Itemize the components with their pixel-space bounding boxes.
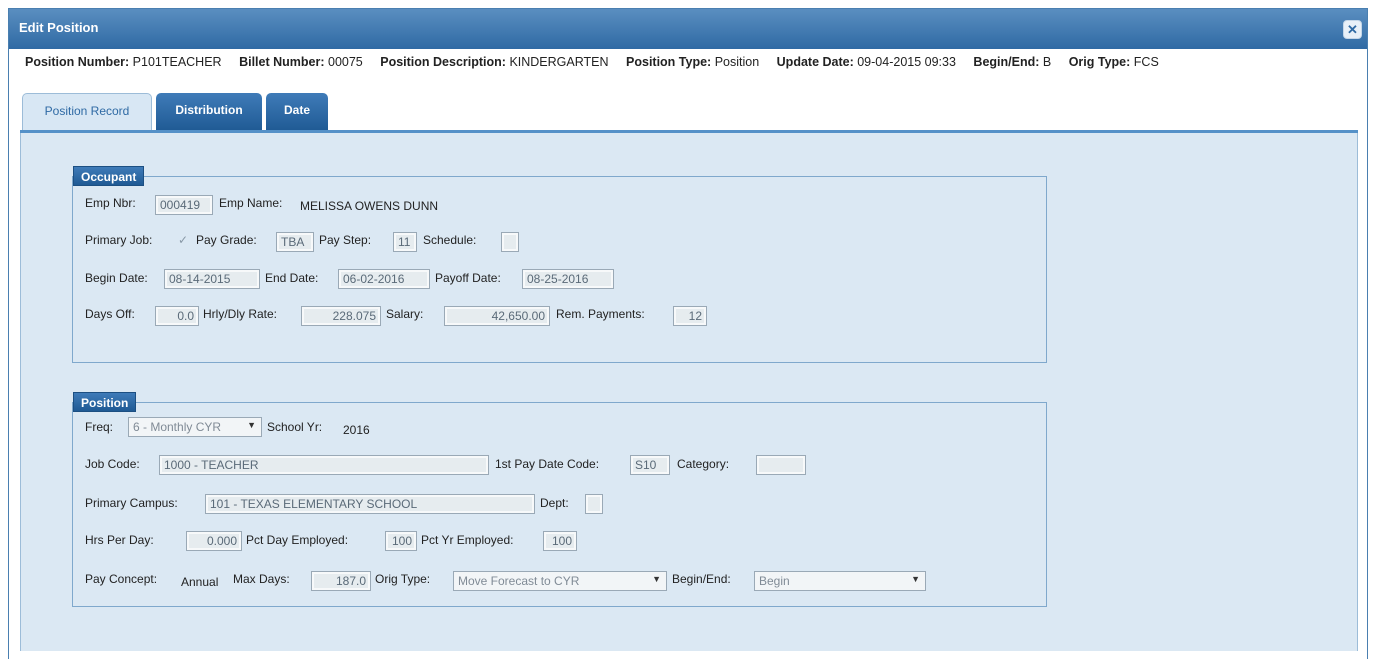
primary-job-label: Primary Job: (85, 233, 153, 247)
begin-end-field-label: Begin/End: (672, 572, 731, 586)
position-number-label: Position Number: (25, 55, 130, 69)
orig-type-select-value: Move Forecast to CYR (458, 574, 580, 588)
chevron-down-icon: ▼ (911, 574, 920, 584)
chevron-down-icon: ▼ (247, 420, 256, 430)
days-off-field[interactable]: 0.0 (155, 306, 199, 326)
position-section: Position Freq: 6 - Monthly CYR ▼ School … (72, 392, 1047, 607)
hrs-per-day-field[interactable]: 0.000 (186, 531, 242, 551)
category-field[interactable] (756, 455, 806, 475)
close-icon[interactable]: ✕ (1343, 20, 1362, 39)
first-pay-date-code-field[interactable]: S10 (630, 455, 670, 475)
salary-field[interactable]: 42,650.00 (444, 306, 550, 326)
days-off-label: Days Off: (85, 307, 135, 321)
begin-date-field[interactable]: 08-14-2015 (164, 269, 260, 289)
max-days-label: Max Days: (233, 572, 290, 586)
pct-day-employed-field[interactable]: 100 (385, 531, 417, 551)
update-date-value: 09-04-2015 09:33 (857, 55, 956, 69)
orig-type-select[interactable]: Move Forecast to CYR ▼ (453, 571, 667, 591)
tab-distribution[interactable]: Distribution (156, 93, 262, 131)
update-date-label: Update Date: (776, 55, 854, 69)
pay-concept-label: Pay Concept: (85, 572, 158, 586)
position-description-value: KINDERGARTEN (509, 55, 609, 69)
billet-number-value: 00075 (328, 55, 363, 69)
rem-payments-label: Rem. Payments: (556, 307, 645, 321)
freq-value: 6 - Monthly CYR (133, 420, 222, 434)
schedule-field[interactable] (501, 232, 519, 252)
position-legend: Position (73, 392, 137, 412)
payoff-date-field[interactable]: 08-25-2016 (522, 269, 614, 289)
pct-yr-employed-label: Pct Yr Employed: (421, 533, 514, 547)
hrly-dly-rate-field[interactable]: 228.075 (301, 306, 381, 326)
chevron-down-icon: ▼ (652, 574, 661, 584)
tab-date[interactable]: Date (266, 93, 328, 131)
begin-end-label: Begin/End: (973, 55, 1040, 69)
primary-campus-field[interactable]: 101 - TEXAS ELEMENTARY SCHOOL (205, 494, 535, 514)
hrly-dly-rate-label: Hrly/Dly Rate: (203, 307, 278, 321)
dept-field[interactable] (585, 494, 603, 514)
freq-select[interactable]: 6 - Monthly CYR ▼ (128, 417, 262, 437)
emp-nbr-field[interactable]: 000419 (155, 195, 213, 215)
begin-end-select-value: Begin (759, 574, 790, 588)
emp-name-value: MELISSA OWENS DUNN (300, 199, 439, 213)
tab-content: Occupant Emp Nbr: 000419 Emp Name: MELIS… (20, 133, 1358, 651)
begin-end-select[interactable]: Begin ▼ (754, 571, 926, 591)
dept-label: Dept: (540, 496, 569, 510)
hrs-per-day-label: Hrs Per Day: (85, 533, 154, 547)
pay-step-label: Pay Step: (319, 233, 372, 247)
end-date-label: End Date: (265, 271, 319, 285)
begin-date-label: Begin Date: (85, 271, 148, 285)
pay-grade-label: Pay Grade: (196, 233, 257, 247)
rem-payments-field[interactable]: 12 (673, 306, 707, 326)
pay-step-field[interactable]: 11 (393, 232, 417, 252)
job-code-label: Job Code: (85, 457, 140, 471)
max-days-field[interactable]: 187.0 (311, 571, 371, 591)
schedule-label: Schedule: (423, 233, 477, 247)
tab-position-record[interactable]: Position Record (22, 93, 152, 131)
pay-concept-value: Annual (181, 575, 219, 589)
position-summary: Position Number: P101TEACHER Billet Numb… (25, 55, 1159, 69)
job-code-field[interactable]: 1000 - TEACHER (159, 455, 489, 475)
occupant-legend: Occupant (73, 166, 145, 186)
primary-job-checkbox[interactable]: ✓ (178, 234, 190, 246)
primary-campus-label: Primary Campus: (85, 496, 178, 510)
orig-type-field-label: Orig Type: (375, 572, 431, 586)
title-bar: Edit Position ✕ (9, 9, 1367, 49)
end-date-field[interactable]: 06-02-2016 (338, 269, 430, 289)
position-description-label: Position Description: (380, 55, 506, 69)
dialog-title: Edit Position (19, 20, 99, 35)
freq-label: Freq: (85, 420, 114, 434)
school-yr-value: 2016 (343, 423, 370, 437)
emp-nbr-label: Emp Nbr: (85, 196, 136, 210)
begin-end-value: B (1042, 55, 1052, 69)
emp-name-label: Emp Name: (219, 196, 283, 210)
orig-type-label: Orig Type: (1068, 55, 1131, 69)
pct-day-employed-label: Pct Day Employed: (246, 533, 349, 547)
salary-label: Salary: (386, 307, 424, 321)
position-type-label: Position Type: (626, 55, 712, 69)
school-yr-label: School Yr: (267, 420, 323, 434)
orig-type-value: FCS (1133, 55, 1159, 69)
position-number-value: P101TEACHER (132, 55, 222, 69)
payoff-date-label: Payoff Date: (435, 271, 501, 285)
occupant-section: Occupant Emp Nbr: 000419 Emp Name: MELIS… (72, 166, 1047, 363)
position-type-value: Position (714, 55, 760, 69)
category-label: Category: (677, 457, 730, 471)
billet-number-label: Billet Number: (239, 55, 325, 69)
pay-grade-field[interactable]: TBA (276, 232, 314, 252)
first-pay-date-code-label: 1st Pay Date Code: (495, 457, 600, 471)
pct-yr-employed-field[interactable]: 100 (543, 531, 577, 551)
